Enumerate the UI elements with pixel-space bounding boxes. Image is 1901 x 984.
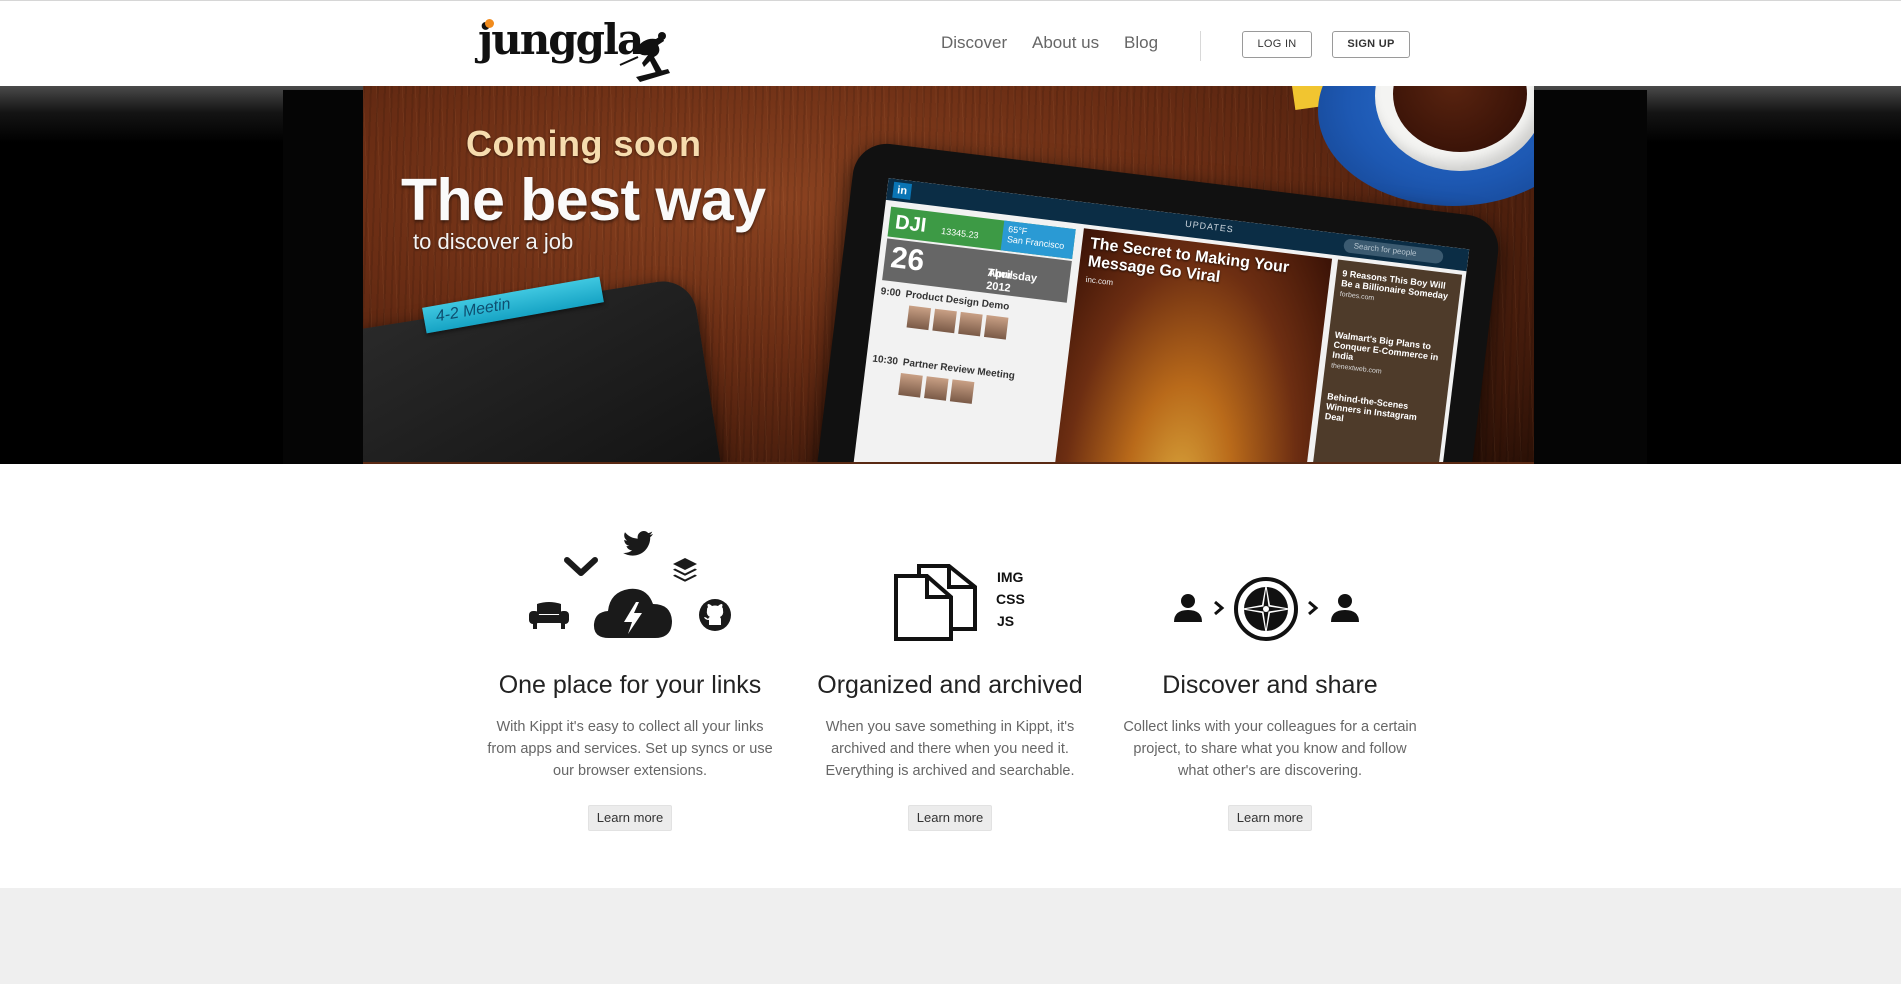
junggla-logo[interactable]: junggla (478, 15, 678, 87)
hero-subheadline: to discover a job (413, 229, 574, 254)
side-story: 9 Reasons This Boy Will Be a Billionaire… (1339, 268, 1449, 303)
hero-kicker: Coming soon (466, 123, 702, 164)
stock-value: 13345.23 (940, 225, 980, 241)
hero-headline: The best way (401, 167, 766, 233)
headline-source: inc.com (1085, 274, 1114, 288)
logo-accent-dot (485, 19, 494, 28)
feature-title-links: One place for your links (498, 671, 762, 699)
footer (0, 888, 1901, 984)
nav-about-us[interactable]: About us (1032, 33, 1099, 53)
learn-more-organized-button[interactable]: Learn more (908, 805, 992, 831)
chevron-right-icon (1214, 600, 1225, 616)
documents-icon (894, 564, 977, 641)
css-label: CSS (996, 591, 1025, 607)
hero-bottom-edge (363, 462, 1534, 464)
js-label: JS (997, 613, 1015, 629)
event-time: 10:30 (871, 353, 899, 368)
nav-divider (1200, 31, 1201, 61)
cloud-bolt-icon (593, 588, 672, 638)
feature-desc-links: With Kippt it's easy to collect all your… (487, 719, 773, 779)
buffer-icon (673, 558, 697, 582)
nav-blog[interactable]: Blog (1124, 33, 1158, 53)
linkedin-icon: in (892, 181, 913, 200)
side-story: Behind-the-Scenes Winners in Instagram D… (1324, 391, 1418, 424)
pocket-icon (564, 557, 598, 576)
date-day: 26 (888, 241, 927, 278)
tablet-section-title: UPDATES (1184, 218, 1235, 235)
feature-desc-organized: When you save something in Kippt, it's a… (825, 719, 1075, 779)
login-button[interactable]: LOG IN (1242, 31, 1312, 58)
feature-title-organized: Organized and archived (817, 671, 1083, 699)
feature-desc-discover: Collect links with your colleagues for a… (1123, 719, 1417, 779)
github-icon (699, 599, 731, 631)
chevron-right-icon (1308, 600, 1319, 616)
img-label: IMG (997, 569, 1024, 585)
event-time: 9:00 (880, 286, 902, 300)
stock-symbol: DJI (893, 211, 928, 237)
learn-more-discover-button[interactable]: Learn more (1228, 805, 1312, 831)
event-avatars (898, 373, 978, 406)
side-story: Walmart's Big Plans to Conquer E-Commerc… (1330, 329, 1439, 376)
user-icon (1331, 594, 1359, 622)
feature-title-discover: Discover and share (1162, 671, 1378, 699)
tablet-search: Search for people (1342, 238, 1444, 265)
twitter-icon (623, 531, 653, 556)
hero-banner: 4-2 Meetin in UPDATES Search for people … (363, 86, 1534, 464)
site-header: junggla Discover About us Blog LOG IN SI… (0, 1, 1901, 85)
couch-icon (529, 602, 569, 629)
tablet-screen: in UPDATES Search for people DJI 13345.2… (842, 178, 1470, 464)
user-icon (1174, 594, 1202, 622)
nav-discover[interactable]: Discover (941, 33, 1007, 53)
date-month: April 2012 (985, 266, 1014, 295)
signup-button[interactable]: SIGN UP (1332, 31, 1410, 58)
learn-more-links-button[interactable]: Learn more (588, 805, 672, 831)
wakeboarder-icon (619, 32, 670, 82)
tablet-headline-story: The Secret to Making Your Message Go Vir… (1040, 228, 1333, 464)
compass-icon (1234, 577, 1298, 641)
